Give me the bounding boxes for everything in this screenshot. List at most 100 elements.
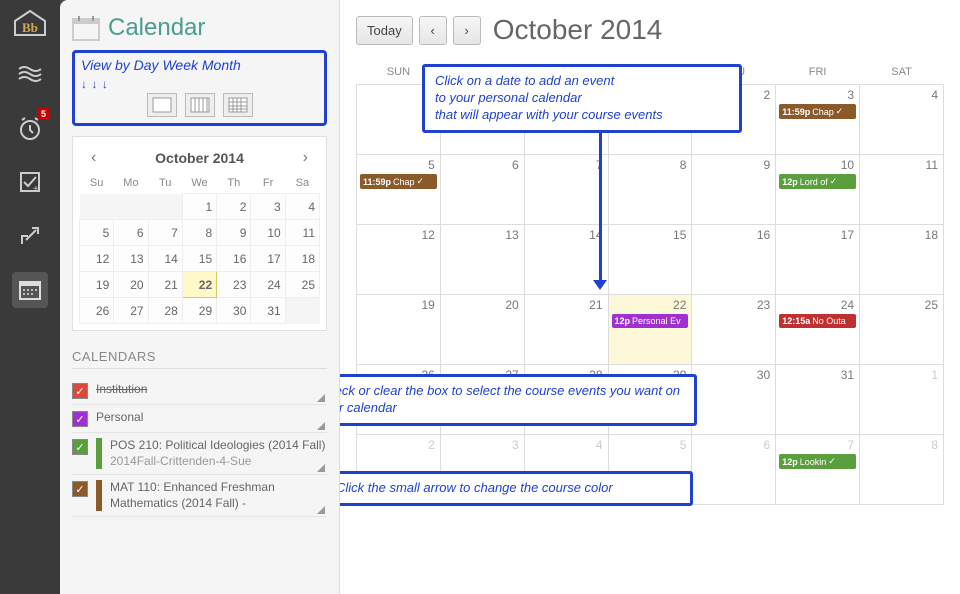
calendar-list-item: ✓POS 210: Political Ideologies (2014 Fal…	[72, 433, 327, 475]
view-day-button[interactable]	[147, 93, 177, 117]
calendar-day-cell[interactable]: 15	[608, 225, 692, 295]
mini-cal-day[interactable]: 21	[148, 272, 182, 298]
nav-stream-icon[interactable]	[12, 56, 48, 92]
mini-cal-day[interactable]: 31	[251, 298, 285, 324]
nav-calendar-icon[interactable]	[12, 272, 48, 308]
mini-cal-day[interactable]: 20	[114, 272, 148, 298]
mini-cal-day[interactable]: 7	[148, 220, 182, 246]
date-number: 14	[528, 228, 605, 242]
date-number: 24	[779, 298, 856, 312]
calendar-color-picker-icon[interactable]	[317, 422, 325, 430]
annotation-color-arrow: Click the small arrow to change the cour…	[340, 471, 693, 506]
mini-cal-day[interactable]: 10	[251, 220, 285, 246]
mini-cal-day[interactable]: 3	[251, 194, 285, 220]
next-button[interactable]: ›	[453, 16, 481, 45]
mini-cal-day[interactable]: 8	[182, 220, 216, 246]
mini-cal-day[interactable]: 13	[114, 246, 148, 272]
calendar-event[interactable]: 11:59p Chap	[779, 104, 856, 119]
date-number: 8	[863, 438, 940, 452]
nav-task-icon[interactable]: +	[12, 164, 48, 200]
mini-cal-day[interactable]: 24	[251, 272, 285, 298]
calendar-day-cell[interactable]: 25	[860, 295, 944, 365]
calendar-day-cell[interactable]: 2212p Personal Ev	[608, 295, 692, 365]
date-number: 4	[528, 438, 605, 452]
mini-cal-day[interactable]: 14	[148, 246, 182, 272]
calendar-day-cell[interactable]: 19	[357, 295, 441, 365]
calendar-color-strip	[96, 480, 102, 511]
calendar-day-cell[interactable]: 13	[440, 225, 524, 295]
calendar-checkbox[interactable]: ✓	[72, 439, 88, 455]
calendar-day-cell[interactable]: 16	[692, 225, 776, 295]
mini-cal-day[interactable]: 19	[80, 272, 114, 298]
calendar-day-cell[interactable]: 511:59p Chap	[357, 155, 441, 225]
mini-cal-day[interactable]: 30	[217, 298, 251, 324]
calendar-checkbox[interactable]: ✓	[72, 411, 88, 427]
app-logo[interactable]: Bb	[10, 6, 50, 38]
calendar-day-cell[interactable]: 12	[357, 225, 441, 295]
mini-cal-prev-button[interactable]: ‹	[85, 147, 102, 169]
view-week-button[interactable]	[185, 93, 215, 117]
view-month-button[interactable]	[223, 93, 253, 117]
calendars-heading: CALENDARS	[72, 349, 327, 369]
calendar-day-cell[interactable]: 4	[860, 85, 944, 155]
mini-cal-day[interactable]: 5	[80, 220, 114, 246]
calendar-day-cell[interactable]: 23	[692, 295, 776, 365]
mini-cal-day[interactable]: 29	[182, 298, 216, 324]
mini-cal-day[interactable]: 17	[251, 246, 285, 272]
mini-cal-day[interactable]: 16	[217, 246, 251, 272]
calendar-day-cell[interactable]: 7	[524, 155, 608, 225]
calendar-day-cell[interactable]: 8	[608, 155, 692, 225]
calendar-event[interactable]: 11:59p Chap	[360, 174, 437, 189]
calendar-day-cell[interactable]: 11	[860, 155, 944, 225]
mini-cal-day[interactable]: 9	[217, 220, 251, 246]
today-button[interactable]: Today	[356, 16, 413, 45]
calendar-day-cell[interactable]: 9	[692, 155, 776, 225]
calendar-day-cell[interactable]: 8	[860, 435, 944, 505]
event-title: Lookin	[800, 457, 827, 467]
mini-cal-day[interactable]: 23	[217, 272, 251, 298]
mini-cal-day[interactable]: 15	[182, 246, 216, 272]
mini-cal-next-button[interactable]: ›	[297, 147, 314, 169]
calendar-event[interactable]: 12:15a No Outa	[779, 314, 856, 328]
mini-cal-day[interactable]: 12	[80, 246, 114, 272]
mini-cal-day[interactable]: 26	[80, 298, 114, 324]
nav-expand-icon[interactable]	[12, 218, 48, 254]
calendar-event[interactable]: 12p Lookin	[779, 454, 856, 469]
date-number: 7	[779, 438, 856, 452]
mini-cal-day	[114, 194, 148, 220]
mini-cal-day[interactable]: 6	[114, 220, 148, 246]
calendar-day-cell[interactable]: 6	[440, 155, 524, 225]
calendar-day-cell[interactable]: 18	[860, 225, 944, 295]
calendar-day-cell[interactable]: 1012p Lord of	[776, 155, 860, 225]
mini-cal-day[interactable]: 4	[285, 194, 319, 220]
page-title: Calendar	[108, 14, 205, 42]
calendar-checkbox[interactable]: ✓	[72, 481, 88, 497]
calendar-event[interactable]: 12p Lord of	[779, 174, 856, 189]
mini-cal-day[interactable]: 18	[285, 246, 319, 272]
calendar-color-picker-icon[interactable]	[317, 394, 325, 402]
calendar-checkbox[interactable]: ✓	[72, 383, 88, 399]
mini-cal-day[interactable]: 27	[114, 298, 148, 324]
calendar-day-cell[interactable]: 311:59p Chap	[776, 85, 860, 155]
calendar-event[interactable]: 12p Personal Ev	[612, 314, 689, 328]
mini-cal-day[interactable]: 2	[217, 194, 251, 220]
mini-cal-day[interactable]: 22	[182, 272, 216, 298]
prev-button[interactable]: ‹	[419, 16, 447, 45]
date-number: 13	[444, 228, 521, 242]
mini-cal-day[interactable]: 25	[285, 272, 319, 298]
calendar-day-cell[interactable]: 21	[524, 295, 608, 365]
calendar-day-cell[interactable]: 17	[776, 225, 860, 295]
mini-cal-day[interactable]: 28	[148, 298, 182, 324]
calendar-color-picker-icon[interactable]	[317, 506, 325, 514]
calendar-day-cell[interactable]: 30	[692, 365, 776, 435]
calendar-day-cell[interactable]: 20	[440, 295, 524, 365]
calendar-color-picker-icon[interactable]	[317, 464, 325, 472]
mini-cal-day[interactable]: 11	[285, 220, 319, 246]
calendar-day-cell[interactable]: 31	[776, 365, 860, 435]
calendar-day-cell[interactable]: 7 12p Lookin	[776, 435, 860, 505]
mini-cal-day[interactable]: 1	[182, 194, 216, 220]
nav-alarm-icon[interactable]: 5	[12, 110, 48, 146]
calendar-day-cell[interactable]: 1	[860, 365, 944, 435]
calendar-day-cell[interactable]: 6	[692, 435, 776, 505]
calendar-day-cell[interactable]: 24 12:15a No Outa	[776, 295, 860, 365]
